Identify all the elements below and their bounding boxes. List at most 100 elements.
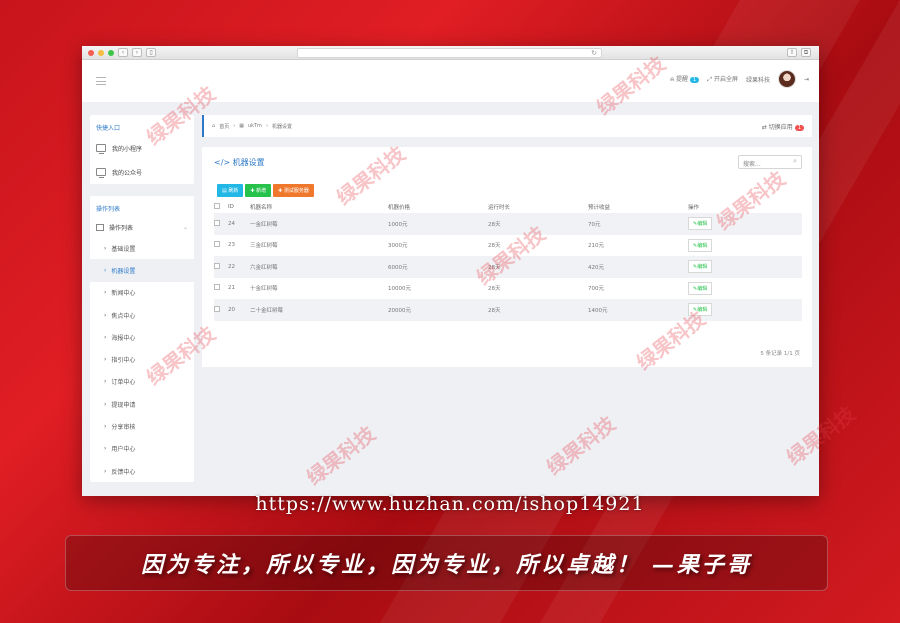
browser-chrome: ‹ › ▯ ↻ ⇧ ⧉ xyxy=(82,46,819,60)
table-row: 24 一金红树莓 1000元 28天 70元 ✎编辑 xyxy=(214,213,802,235)
search-icon[interactable]: ⌕ xyxy=(793,157,797,166)
close-dot-icon[interactable] xyxy=(88,49,94,56)
row-checkbox[interactable] xyxy=(214,284,220,291)
monitor-icon xyxy=(96,168,106,178)
share-icon[interactable]: ⇧ xyxy=(787,48,797,57)
company-name[interactable]: 绿果科技 xyxy=(746,75,770,84)
breadcrumb: ⌂ 首页 › ▦ ukTm › 机器设置 ⇄ 切换应用 1 xyxy=(202,115,812,137)
page-title: </> 机器设置 xyxy=(214,158,265,167)
avatar[interactable] xyxy=(777,70,796,88)
search-input[interactable]: 搜索... ⌕ xyxy=(738,155,802,169)
chevron-right-icon: › xyxy=(104,333,107,341)
switch-icon: ⇄ xyxy=(761,124,767,131)
slogan-banner: 因为专注，所以专业，因为专业，所以卓越！ —果子哥 xyxy=(65,535,828,591)
hamburger-menu-icon[interactable] xyxy=(96,77,106,85)
col-duration: 运行时长 xyxy=(488,205,511,211)
breadcrumb-home[interactable]: 首页 xyxy=(219,123,229,130)
machine-panel: </> 机器设置 搜索... ⌕ ▤ 刷新 ✚ 新增 ✚ 测试服务器 ID 机器… xyxy=(202,147,812,367)
table-row: 23 三金红树莓 3000元 28天 210元 ✎编辑 xyxy=(214,235,802,257)
sidebar-item-basic-settings[interactable]: › 基础设置 xyxy=(90,237,194,259)
sidebar-item-focus[interactable]: › 焦点中心 xyxy=(90,304,194,326)
machine-table: ID 机器名称 机器价格 运行时长 预计收益 操作 24 一金红树莓 1000元 xyxy=(214,201,802,321)
sidebar-item-feedback[interactable]: › 反馈中心 xyxy=(90,460,194,482)
col-name: 机器名称 xyxy=(250,205,273,211)
logout-icon[interactable]: ⇥ xyxy=(804,76,809,83)
chevron-right-icon: › xyxy=(104,244,107,252)
switch-badge: 1 xyxy=(794,125,804,131)
col-id: ID xyxy=(228,204,234,210)
switch-app-button[interactable]: ⇄ 切换应用 1 xyxy=(762,122,804,131)
breadcrumb-current: 机器设置 xyxy=(271,123,292,130)
chevron-right-icon: › xyxy=(104,378,107,386)
notice-link[interactable]: ⍾ 提醒 1 xyxy=(670,74,700,84)
breadcrumb-separator: › xyxy=(233,123,236,129)
home-icon: ⌂ xyxy=(212,123,216,129)
sidebar-item-poster[interactable]: › 海报中心 xyxy=(90,326,194,348)
sidebar-item-news[interactable]: › 新闻中心 xyxy=(90,282,194,304)
add-button[interactable]: ✚ 新增 xyxy=(245,184,272,197)
chevron-down-icon: ⌄ xyxy=(182,223,188,231)
table-header: ID 机器名称 机器价格 运行时长 预计收益 操作 xyxy=(214,201,802,213)
table-row: 20 二十金红树莓 20000元 28天 1400元 ✎编辑 xyxy=(214,299,802,321)
test-server-button[interactable]: ✚ 测试服务器 xyxy=(273,184,314,197)
edit-button[interactable]: ✎编辑 xyxy=(688,303,713,317)
col-action: 操作 xyxy=(688,205,700,211)
operation-title: 操作列表 xyxy=(96,206,121,213)
chevron-right-icon: › xyxy=(104,445,107,453)
app-topbar: ⍾ 提醒 1 ⤢ 开启全屏 绿果科技 ⇥ xyxy=(82,60,819,102)
chevron-right-icon: › xyxy=(104,423,107,431)
sidebar-item-share-review[interactable]: › 分享审核 xyxy=(90,415,194,437)
chevron-right-icon: › xyxy=(104,400,107,408)
slogan-text: 因为专注，所以专业，因为专业，所以卓越！ —果子哥 xyxy=(141,552,752,578)
col-price: 机器价格 xyxy=(388,205,411,211)
table-row: 21 十金红树莓 10000元 28天 700元 ✎编辑 xyxy=(214,278,802,300)
main-content: ⌂ 首页 › ▦ ukTm › 机器设置 ⇄ 切换应用 1 </> 机器设置 搜索… xyxy=(202,115,812,367)
chevron-right-icon: › xyxy=(104,467,107,475)
edit-button[interactable]: ✎编辑 xyxy=(688,238,713,252)
edit-button[interactable]: ✎编辑 xyxy=(688,281,713,295)
action-buttons: ▤ 刷新 ✚ 新增 ✚ 测试服务器 xyxy=(217,184,800,197)
refresh-button[interactable]: ▤ 刷新 xyxy=(217,184,244,197)
tabs-icon[interactable]: ⧉ xyxy=(801,48,811,57)
sidebar-item-users[interactable]: › 用户中心 xyxy=(90,438,194,460)
monitor-icon xyxy=(96,144,106,154)
row-checkbox[interactable] xyxy=(214,305,220,312)
reload-icon[interactable]: ↻ xyxy=(591,49,597,57)
quick-item-miniprogram[interactable]: 我的小程序 xyxy=(90,136,194,160)
back-icon[interactable]: ‹ xyxy=(118,48,128,57)
edit-button[interactable]: ✎编辑 xyxy=(688,260,713,274)
operation-group-toggle[interactable]: 操作列表 ⌄ xyxy=(90,217,194,237)
sidebar-toggle-icon[interactable]: ▯ xyxy=(146,48,156,57)
row-checkbox[interactable] xyxy=(214,219,220,226)
breadcrumb-separator: › xyxy=(265,123,268,129)
browser-window: ‹ › ▯ ↻ ⇧ ⧉ ⍾ 提醒 1 ⤢ 开启全屏 绿果科技 ⇥ 快捷入口 我的小… xyxy=(82,46,819,496)
address-bar[interactable]: ↻ xyxy=(297,48,602,58)
sidebar-item-machine-settings[interactable]: › 机器设置 xyxy=(90,259,194,282)
forward-icon[interactable]: › xyxy=(132,48,142,57)
quick-item-official-account[interactable]: 我的公众号 xyxy=(90,160,194,184)
breadcrumb-middle[interactable]: ukTm xyxy=(248,123,262,129)
sidebar-item-guide[interactable]: › 指引中心 xyxy=(90,348,194,370)
chevron-right-icon: › xyxy=(104,289,107,297)
col-income: 预计收益 xyxy=(588,205,611,211)
operation-card: 操作列表 操作列表 ⌄ › 基础设置 › 机器设置 › 新闻中心 › 焦点中心 › 海报中… xyxy=(90,196,194,483)
maximize-dot-icon[interactable] xyxy=(108,49,114,56)
minimize-dot-icon[interactable] xyxy=(98,49,104,56)
chevron-right-icon: › xyxy=(104,311,107,319)
row-checkbox[interactable] xyxy=(214,241,220,248)
quick-entry-title: 快捷入口 xyxy=(96,125,121,132)
edit-button[interactable]: ✎编辑 xyxy=(688,217,713,231)
fullscreen-link[interactable]: ⤢ 开启全屏 xyxy=(707,74,738,84)
expand-icon: ⤢ xyxy=(707,76,713,83)
sidebar: 快捷入口 我的小程序 我的公众号 操作列表 操作列表 ⌄ › 基础设置 › 机器设置… xyxy=(90,115,194,494)
chevron-right-icon: › xyxy=(104,266,107,274)
grid-icon xyxy=(96,223,104,231)
row-checkbox[interactable] xyxy=(214,262,220,269)
code-icon: </> xyxy=(214,158,231,167)
sidebar-item-withdraw[interactable]: › 提现申请 xyxy=(90,393,194,415)
sidebar-item-orders[interactable]: › 订单中心 xyxy=(90,371,194,393)
select-all-checkbox[interactable] xyxy=(214,203,220,209)
bell-icon: ⍾ xyxy=(670,76,675,83)
chevron-right-icon: › xyxy=(104,356,107,364)
shop-url: https://www.huzhan.com/ishop14921 xyxy=(255,493,645,515)
